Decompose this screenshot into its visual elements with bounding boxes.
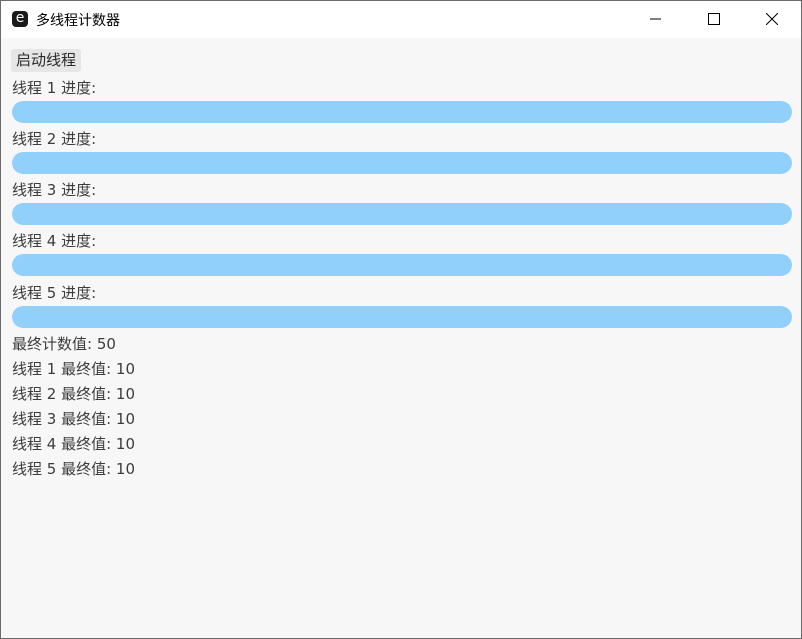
start-threads-button[interactable]: 启动线程 bbox=[11, 49, 82, 72]
thread-5-progress-label: 线程 5 进度: bbox=[12, 284, 97, 302]
thread-1-result: 线程 1 最终值: 10 bbox=[12, 360, 135, 378]
maximize-icon bbox=[708, 13, 720, 25]
app-window: e 多线程计数器 启动线程 线程 1 进度: 线程 2 进度: 线程 3 进度:… bbox=[0, 0, 802, 639]
thread-3-progress-fill bbox=[12, 203, 792, 225]
thread-3-result: 线程 3 最终值: 10 bbox=[12, 410, 135, 428]
thread-5-progress-fill bbox=[12, 306, 792, 328]
thread-2-progress-bar bbox=[12, 152, 792, 174]
thread-3-progress-label: 线程 3 进度: bbox=[12, 181, 97, 199]
minimize-icon bbox=[650, 18, 661, 20]
title-bar: e 多线程计数器 bbox=[1, 1, 801, 38]
thread-1-progress-fill bbox=[12, 101, 792, 123]
thread-2-progress-fill bbox=[12, 152, 792, 174]
main-content: 启动线程 线程 1 进度: 线程 2 进度: 线程 3 进度: 线程 4 进度:… bbox=[1, 38, 801, 638]
thread-1-progress-label: 线程 1 进度: bbox=[12, 79, 97, 97]
thread-4-progress-fill bbox=[12, 254, 792, 276]
app-icon: e bbox=[12, 11, 28, 27]
close-icon bbox=[766, 13, 778, 25]
thread-4-progress-bar bbox=[12, 254, 792, 276]
thread-5-result: 线程 5 最终值: 10 bbox=[12, 460, 135, 478]
thread-1-progress-bar bbox=[12, 101, 792, 123]
minimize-button[interactable] bbox=[627, 1, 685, 38]
thread-4-progress-label: 线程 4 进度: bbox=[12, 232, 97, 250]
window-title: 多线程计数器 bbox=[36, 13, 120, 29]
thread-2-result: 线程 2 最终值: 10 bbox=[12, 385, 135, 403]
thread-5-progress-bar bbox=[12, 306, 792, 328]
maximize-button[interactable] bbox=[685, 1, 743, 38]
final-count-text: 最终计数值: 50 bbox=[12, 335, 116, 353]
thread-4-result: 线程 4 最终值: 10 bbox=[12, 435, 135, 453]
thread-3-progress-bar bbox=[12, 203, 792, 225]
close-button[interactable] bbox=[743, 1, 801, 38]
thread-2-progress-label: 线程 2 进度: bbox=[12, 130, 97, 148]
